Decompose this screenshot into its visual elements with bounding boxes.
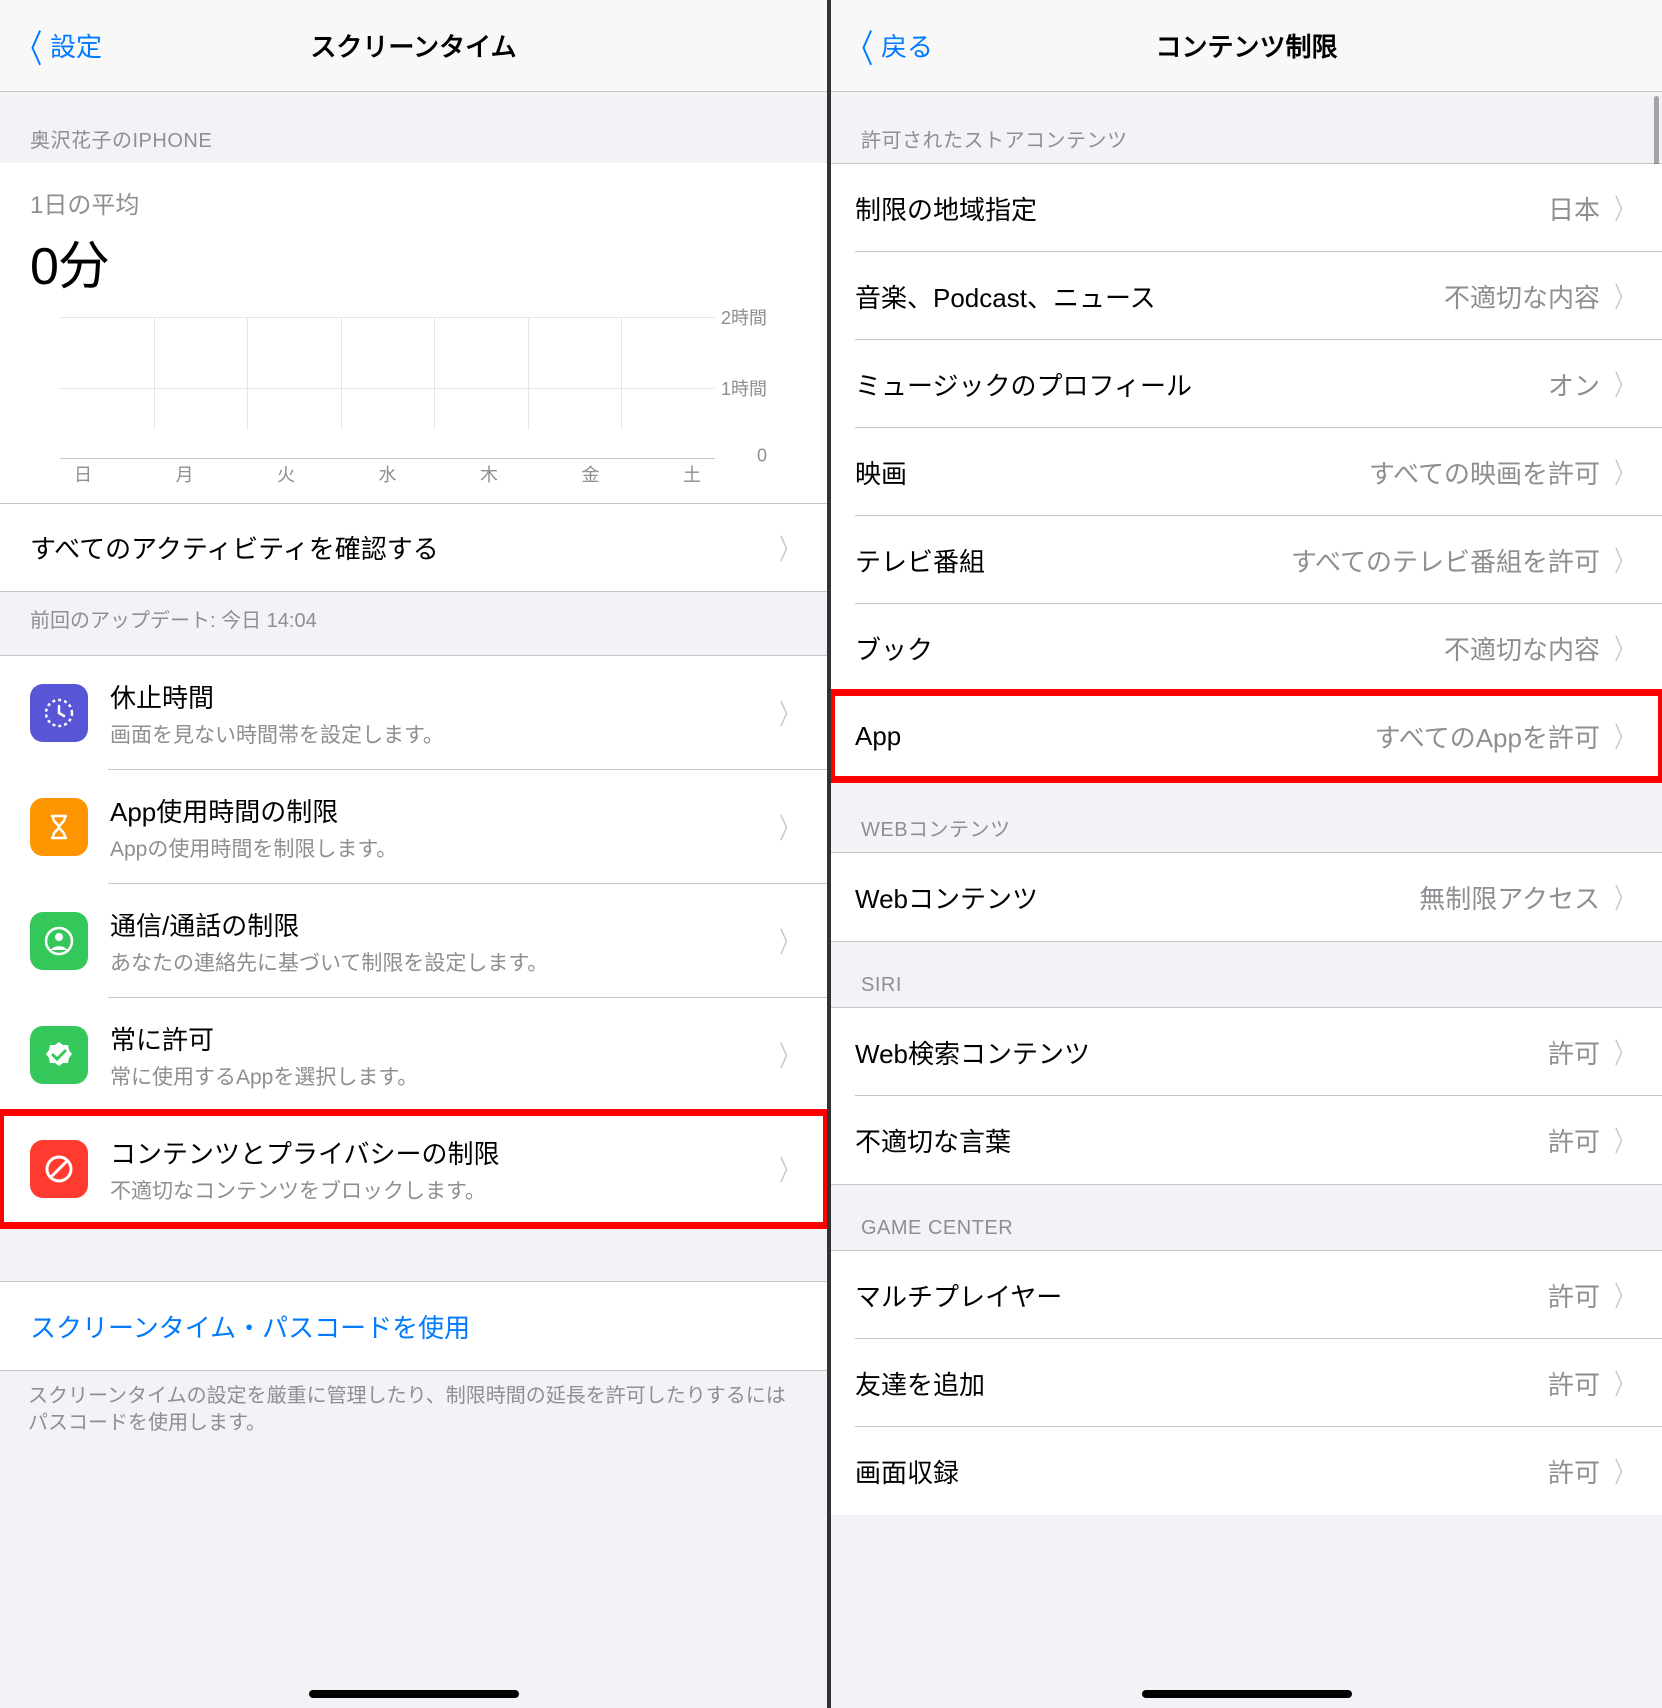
chevron-right-icon: 〉 xyxy=(1614,628,1634,668)
usage-summary: 1日の平均 0分 2時間 1時間 0 日 月 xyxy=(0,163,827,592)
navbar-left: 〈 設定 スクリーンタイム xyxy=(0,0,827,92)
communication-limits-title: 通信/通話の制限 xyxy=(110,906,775,943)
music-profile-row[interactable]: ミュージックのプロフィール オン 〉 xyxy=(831,340,1662,428)
passcode-footer-note: スクリーンタイムの設定を厳重に管理したり、制限時間の延長を許可したりするにはパス… xyxy=(0,1371,827,1457)
chevron-right-icon: 〉 xyxy=(1614,1120,1634,1160)
weekly-usage-chart: 2時間 1時間 0 日 月 火 水 木 金 土 xyxy=(60,317,767,487)
apps-row[interactable]: App すべてのAppを許可 〉 xyxy=(831,692,1662,780)
chevron-right-icon: 〉 xyxy=(779,1149,799,1189)
downtime-sub: 画面を見ない時間帯を設定します。 xyxy=(110,719,775,749)
siri-explicit-language-row[interactable]: 不適切な言葉 許可 〉 xyxy=(831,1096,1662,1184)
back-label: 設定 xyxy=(50,27,102,64)
section-header-store: 許可されたストアコンテンツ xyxy=(831,92,1662,163)
back-label: 戻る xyxy=(881,27,933,64)
region-row[interactable]: 制限の地域指定 日本 〉 xyxy=(831,164,1662,252)
communication-limits-sub: あなたの連絡先に基づいて制限を設定します。 xyxy=(110,947,775,977)
chevron-left-icon: 〈 xyxy=(16,18,43,73)
always-allowed-row[interactable]: 常に許可 常に使用するAppを選択します。 〉 xyxy=(0,998,827,1112)
chevron-right-icon: 〉 xyxy=(779,528,799,568)
add-friends-row[interactable]: 友達を追加 許可 〉 xyxy=(831,1339,1662,1427)
see-all-activity-label: すべてのアクティビティを確認する xyxy=(30,529,775,566)
tv-shows-row[interactable]: テレビ番組 すべてのテレビ番組を許可 〉 xyxy=(831,516,1662,604)
app-limits-title: App使用時間の制限 xyxy=(110,792,775,829)
books-row[interactable]: ブック 不適切な内容 〉 xyxy=(831,604,1662,692)
section-header-siri: SIRI xyxy=(831,942,1662,1007)
web-content-row[interactable]: Webコンテンツ 無制限アクセス 〉 xyxy=(831,853,1662,941)
chevron-right-icon: 〉 xyxy=(1614,1363,1634,1403)
chevron-right-icon: 〉 xyxy=(1614,716,1634,756)
page-title: コンテンツ制限 xyxy=(1155,27,1337,64)
home-indicator[interactable] xyxy=(1142,1690,1352,1698)
hourglass-icon xyxy=(30,798,88,856)
app-limits-row[interactable]: App使用時間の制限 Appの使用時間を制限します。 〉 xyxy=(0,770,827,884)
home-indicator[interactable] xyxy=(309,1690,519,1698)
downtime-row[interactable]: 休止時間 画面を見ない時間帯を設定します。 〉 xyxy=(0,656,827,770)
navbar-right: 〈 戻る コンテンツ制限 xyxy=(831,0,1662,92)
chevron-right-icon: 〉 xyxy=(779,1035,799,1075)
check-icon xyxy=(30,1026,88,1084)
always-allowed-sub: 常に使用するAppを選択します。 xyxy=(110,1061,775,1091)
restrict-icon xyxy=(30,1140,88,1198)
chart-ylabel-2h: 2時間 xyxy=(721,304,767,330)
back-button[interactable]: 〈 設定 xyxy=(10,18,102,73)
chevron-right-icon: 〉 xyxy=(779,693,799,733)
gamecenter-list: マルチプレイヤー 許可 〉 友達を追加 許可 〉 画面収録 許可 〉 xyxy=(831,1250,1662,1515)
page-title: スクリーンタイム xyxy=(310,27,516,64)
chevron-right-icon: 〉 xyxy=(1614,1275,1634,1315)
chevron-right-icon: 〉 xyxy=(1614,877,1634,917)
see-all-activity-row[interactable]: すべてのアクティビティを確認する 〉 xyxy=(0,503,827,591)
back-button[interactable]: 〈 戻る xyxy=(841,18,933,73)
chart-ylabel-0: 0 xyxy=(757,446,767,467)
communication-limits-row[interactable]: 通信/通話の制限 あなたの連絡先に基づいて制限を設定します。 〉 xyxy=(0,884,827,998)
app-limits-sub: Appの使用時間を制限します。 xyxy=(110,833,775,863)
multiplayer-row[interactable]: マルチプレイヤー 許可 〉 xyxy=(831,1251,1662,1339)
store-content-list: 制限の地域指定 日本 〉 音楽、Podcast、ニュース 不適切な内容 〉 ミュ… xyxy=(831,163,1662,781)
device-header: 奥沢花子のIPHONE xyxy=(0,92,827,163)
chevron-right-icon: 〉 xyxy=(779,921,799,961)
chevron-right-icon: 〉 xyxy=(1614,276,1634,316)
section-header-web: WEBコンテンツ xyxy=(831,781,1662,852)
always-allowed-title: 常に許可 xyxy=(110,1020,775,1057)
daily-average-label: 1日の平均 xyxy=(30,185,797,220)
last-update-note: 前回のアップデート: 今日 14:04 xyxy=(0,592,827,655)
content-restrictions-pane: 〈 戻る コンテンツ制限 許可されたストアコンテンツ 制限の地域指定 日本 〉 … xyxy=(831,0,1662,1708)
daily-average-value: 0分 xyxy=(30,224,797,299)
chevron-right-icon: 〉 xyxy=(779,807,799,847)
chevron-right-icon: 〉 xyxy=(1614,364,1634,404)
chart-day-labels: 日 月 火 水 木 金 土 xyxy=(60,455,715,487)
use-passcode-label: スクリーンタイム・パスコードを使用 xyxy=(30,1308,470,1345)
options-list: 休止時間 画面を見ない時間帯を設定します。 〉 App使用時間の制限 Appの使… xyxy=(0,655,827,1227)
chevron-left-icon: 〈 xyxy=(847,18,874,73)
section-header-gamecenter: GAME CENTER xyxy=(831,1185,1662,1250)
downtime-title: 休止時間 xyxy=(110,678,775,715)
chevron-right-icon: 〉 xyxy=(1614,540,1634,580)
siri-web-search-row[interactable]: Web検索コンテンツ 許可 〉 xyxy=(831,1008,1662,1096)
chevron-right-icon: 〉 xyxy=(1614,1451,1634,1491)
web-content-list: Webコンテンツ 無制限アクセス 〉 xyxy=(831,852,1662,942)
passcode-list: スクリーンタイム・パスコードを使用 xyxy=(0,1281,827,1371)
downtime-icon xyxy=(30,684,88,742)
use-passcode-button[interactable]: スクリーンタイム・パスコードを使用 xyxy=(0,1282,827,1370)
content-privacy-row[interactable]: コンテンツとプライバシーの制限 不適切なコンテンツをブロックします。 〉 xyxy=(0,1112,827,1226)
music-podcast-news-row[interactable]: 音楽、Podcast、ニュース 不適切な内容 〉 xyxy=(831,252,1662,340)
screen-recording-row[interactable]: 画面収録 許可 〉 xyxy=(831,1427,1662,1515)
siri-list: Web検索コンテンツ 許可 〉 不適切な言葉 許可 〉 xyxy=(831,1007,1662,1185)
content-privacy-sub: 不適切なコンテンツをブロックします。 xyxy=(110,1175,775,1205)
chevron-right-icon: 〉 xyxy=(1614,188,1634,228)
chart-ylabel-1h: 1時間 xyxy=(721,375,767,401)
screen-time-pane: 〈 設定 スクリーンタイム 奥沢花子のIPHONE 1日の平均 0分 2時 xyxy=(0,0,831,1708)
contact-icon xyxy=(30,912,88,970)
chevron-right-icon: 〉 xyxy=(1614,452,1634,492)
content-privacy-title: コンテンツとプライバシーの制限 xyxy=(110,1134,775,1171)
chevron-right-icon: 〉 xyxy=(1614,1032,1634,1072)
movies-row[interactable]: 映画 すべての映画を許可 〉 xyxy=(831,428,1662,516)
